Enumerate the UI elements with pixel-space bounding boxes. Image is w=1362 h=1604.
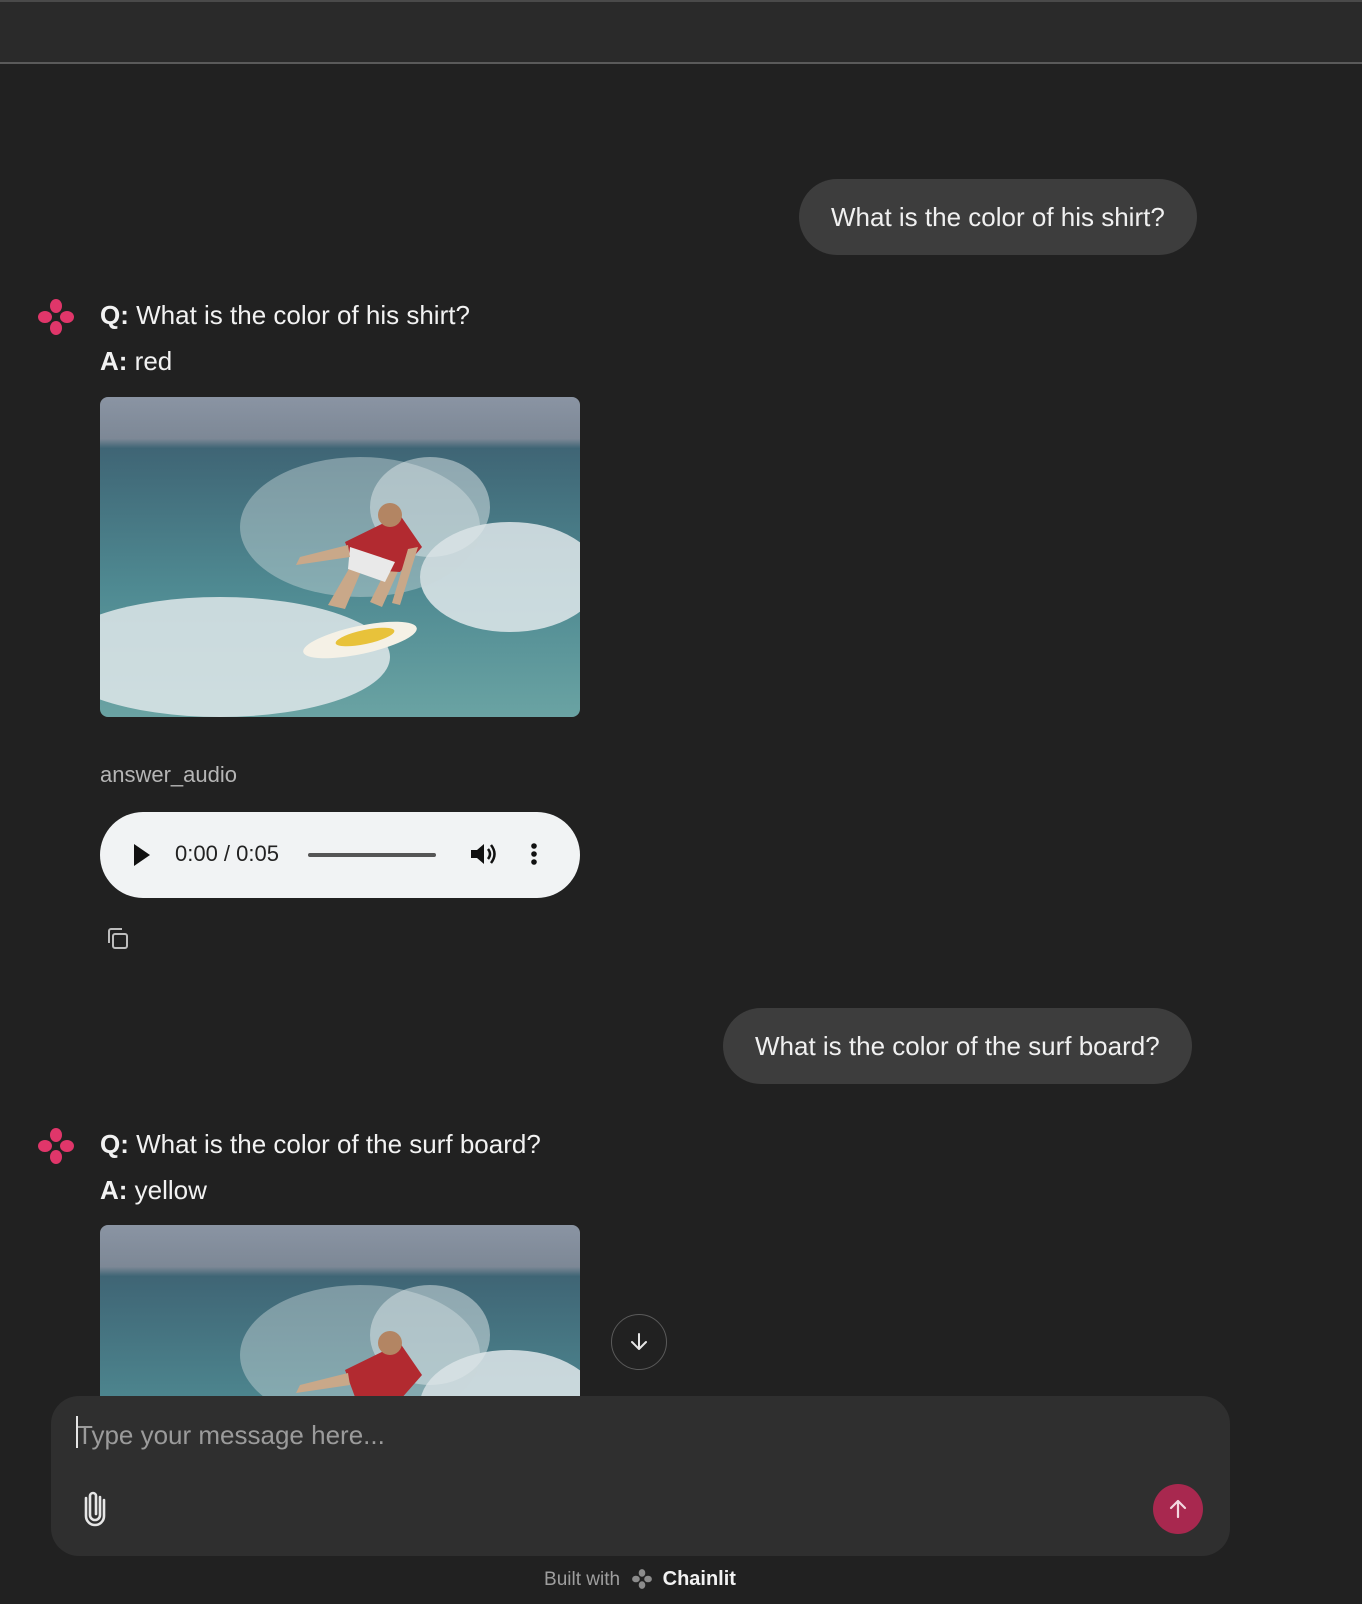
assistant-avatar-icon	[38, 299, 74, 335]
question-line: Q: What is the color of his shirt?	[100, 300, 470, 331]
volume-icon[interactable]	[468, 839, 498, 869]
answer-text: yellow	[134, 1175, 207, 1205]
copy-icon[interactable]	[104, 925, 132, 953]
answer-line: A: red	[100, 346, 172, 377]
user-message: What is the color of his shirt?	[799, 179, 1197, 255]
audio-element-name: answer_audio	[100, 762, 237, 787]
a-label: A:	[100, 346, 128, 376]
chainlit-logo-icon	[632, 1569, 653, 1589]
top-bar	[0, 0, 1362, 64]
arrow-down-icon	[631, 1333, 647, 1350]
message-input[interactable]	[75, 1414, 1179, 1456]
arrow-up-icon	[1169, 1499, 1187, 1519]
q-label: Q:	[100, 300, 129, 330]
assistant-avatar-icon	[38, 1128, 74, 1164]
answer-text: red	[134, 346, 173, 376]
more-options-icon[interactable]	[528, 839, 540, 869]
user-message: What is the color of the surf board?	[723, 1008, 1192, 1084]
footer-prefix: Built with	[544, 1569, 621, 1590]
question-line: Q: What is the color of the surf board?	[100, 1129, 541, 1160]
send-button[interactable]	[1153, 1484, 1203, 1534]
question-text: What is the color of the surf board?	[136, 1129, 541, 1159]
surfer-photo[interactable]	[100, 397, 580, 717]
footer: Built with Chainlit	[0, 1568, 1280, 1591]
q-label: Q:	[100, 1129, 129, 1159]
audio-time: 0:00 / 0:05	[175, 841, 279, 866]
audio-player[interactable]: 0:00 / 0:05	[100, 812, 580, 898]
answer-line: A: yellow	[100, 1175, 207, 1206]
play-icon[interactable]	[130, 840, 154, 870]
paperclip-icon[interactable]	[81, 1488, 111, 1528]
a-label: A:	[100, 1175, 128, 1205]
text-caret	[76, 1416, 78, 1448]
audio-seek-bar[interactable]	[308, 853, 436, 857]
message-composer	[51, 1396, 1230, 1556]
footer-brand[interactable]: Chainlit	[663, 1568, 736, 1590]
question-text: What is the color of his shirt?	[136, 300, 470, 330]
scroll-to-bottom-button[interactable]	[611, 1314, 667, 1370]
surfer-photo[interactable]	[100, 1225, 580, 1396]
